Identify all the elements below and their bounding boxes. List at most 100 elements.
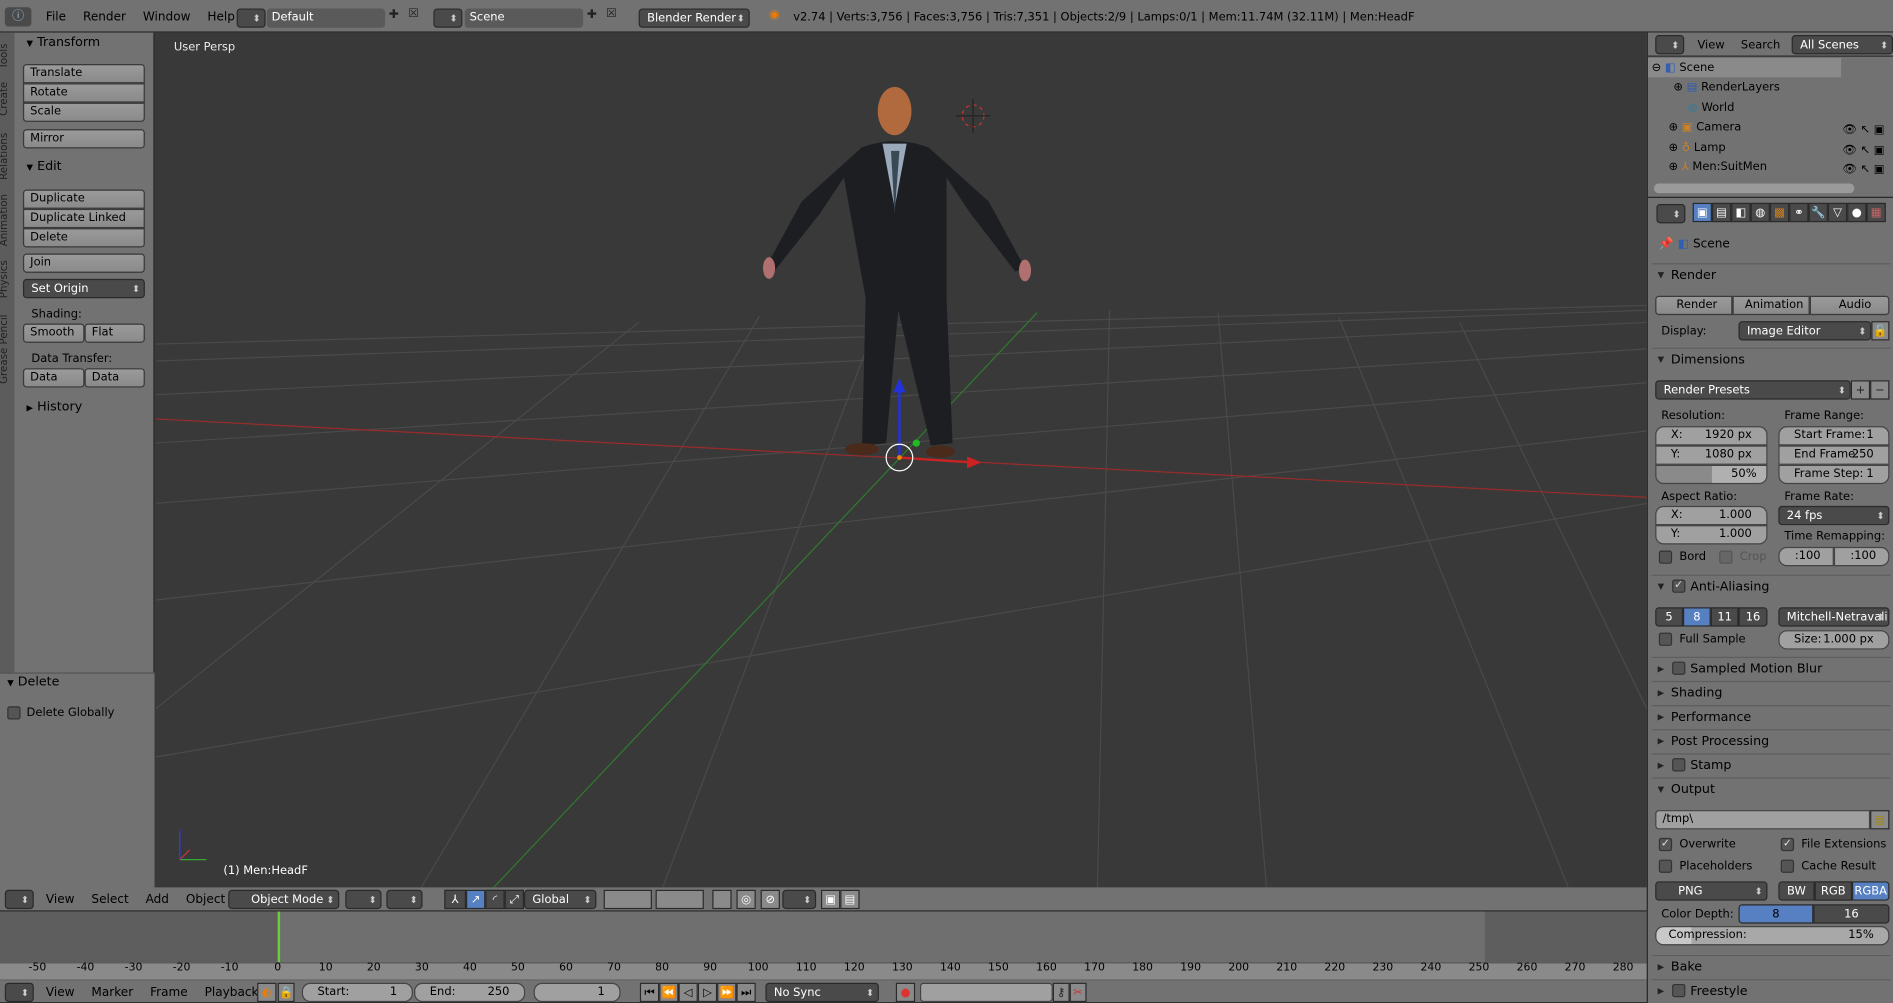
render-presets-dropdown[interactable]: Render Presets <box>1655 380 1851 400</box>
menu-playback[interactable]: Playback <box>205 986 259 999</box>
menu-view[interactable]: View <box>46 986 75 999</box>
transform-panel-header[interactable]: ▼ Transform <box>27 35 101 49</box>
layout-remove-icon[interactable]: ☒ <box>408 7 419 20</box>
lock-layer-icon[interactable] <box>712 889 732 910</box>
start-frame-field[interactable]: Start Frame: 1 <box>1778 426 1890 446</box>
overwrite-checkbox[interactable]: ✓ <box>1658 837 1673 852</box>
flat-button[interactable]: Flat <box>84 323 145 343</box>
keying-set-field[interactable] <box>919 982 1053 1003</box>
full-sample-checkbox[interactable] <box>1658 632 1673 646</box>
menu-view[interactable]: View <box>46 893 75 906</box>
aa-filter-dropdown[interactable]: Mitchell-Netravali <box>1778 607 1890 627</box>
outliner-menu-search[interactable]: Search <box>1741 39 1780 52</box>
render-panel-header[interactable]: Render <box>1651 263 1891 287</box>
render-audio-button[interactable]: Audio <box>1809 295 1890 316</box>
tab-physics[interactable]: Physics <box>0 256 13 302</box>
file-extensions-checkbox[interactable]: ✓ <box>1780 837 1795 852</box>
current-frame-field[interactable]: 1 <box>533 982 621 1003</box>
aa-samples-5[interactable]: 5 <box>1655 607 1683 627</box>
menu-marker[interactable]: Marker <box>91 986 133 999</box>
outliner-item-camera[interactable]: ⊕ ▣ Camera <box>1668 121 1741 134</box>
color-mode-bw[interactable]: BW <box>1778 881 1815 901</box>
auto-keying-record-button[interactable]: ● <box>895 982 916 1003</box>
pivot-dropdown[interactable] <box>386 889 423 910</box>
resolution-x-field[interactable]: X: 1920 px <box>1655 426 1768 446</box>
shading-panel-header[interactable]: Shading <box>1651 680 1891 705</box>
timeline[interactable] <box>0 911 1647 981</box>
set-origin-dropdown[interactable]: Set Origin <box>22 278 145 299</box>
file-browser-icon[interactable]: ▤ <box>1870 810 1890 830</box>
outliner-item-men-suitmen[interactable]: ⊕ ⅄ Men:SuitMen <box>1668 161 1766 174</box>
scene-tab-icon[interactable]: ◧ <box>1731 202 1751 223</box>
end-frame-field[interactable]: End: 250 <box>414 982 526 1003</box>
aa-filter-size-field[interactable]: Size: 1.000 px <box>1778 630 1890 650</box>
delete-button[interactable]: Delete <box>22 228 145 248</box>
current-frame-cursor[interactable] <box>277 911 281 963</box>
menu-add[interactable]: Add <box>146 893 169 906</box>
outliner-display-mode-dropdown[interactable]: All Scenes <box>1791 35 1893 55</box>
3d-viewport[interactable]: User Persp (1) Men:HeadF <box>155 32 1647 888</box>
aspect-y-field[interactable]: Y: 1.000 <box>1655 525 1768 545</box>
duplicate-button[interactable]: Duplicate <box>22 189 145 209</box>
menu-window[interactable]: Window <box>143 11 191 24</box>
properties-editor-type-button[interactable] <box>1656 204 1686 224</box>
display-dropdown[interactable]: Image Editor <box>1738 321 1872 341</box>
viewport-shading-dropdown[interactable] <box>345 889 382 910</box>
layers-grid-2[interactable] <box>655 889 704 910</box>
color-depth-16[interactable]: 16 <box>1813 904 1890 924</box>
aa-samples-16[interactable]: 16 <box>1738 607 1768 627</box>
crop-checkbox[interactable] <box>1719 550 1733 564</box>
color-mode-rgba[interactable]: RGBA <box>1851 881 1890 901</box>
layout-add-icon[interactable]: ✚ <box>389 8 399 21</box>
start-frame-field[interactable]: Start: 1 <box>301 982 413 1003</box>
manipulator-toggle[interactable]: ⅄ <box>444 889 467 910</box>
aspect-x-field[interactable]: X: 1.000 <box>1655 505 1768 526</box>
render-image-button[interactable]: Render <box>1655 295 1733 316</box>
post-processing-panel-header[interactable]: Post Processing <box>1651 729 1891 753</box>
layers-grid-1[interactable] <box>603 889 652 910</box>
sampled-motion-blur-panel-header[interactable]: Sampled Motion Blur <box>1651 656 1891 681</box>
color-mode-rgb[interactable]: RGB <box>1814 881 1852 901</box>
timeline-ruler[interactable] <box>0 962 1647 980</box>
render-preview-icon[interactable]: ▣ <box>820 889 841 910</box>
proportional-edit-icon[interactable]: ◎ <box>736 889 756 910</box>
play-reverse-button[interactable]: ◁ <box>678 982 698 1003</box>
menu-object[interactable]: Object <box>186 893 225 906</box>
aa-samples-8[interactable]: 8 <box>1682 607 1711 627</box>
lock-interface-icon[interactable]: 🔓 <box>1871 321 1890 341</box>
time-remap-old-field[interactable]: :100 <box>1778 546 1834 567</box>
output-panel-header[interactable]: Output <box>1651 777 1891 802</box>
edit-panel-header[interactable]: ▼ Edit <box>27 159 62 173</box>
tab-relations[interactable]: Relations <box>0 127 13 185</box>
compression-slider[interactable]: Compression: 15% <box>1655 925 1890 946</box>
scene-remove-icon[interactable]: ☒ <box>606 7 617 20</box>
texture-tab-icon[interactable]: ▦ <box>1866 202 1886 223</box>
timeline-editor-type-button[interactable] <box>4 982 34 1003</box>
3d-editor-type-button[interactable] <box>4 889 34 910</box>
snap-target-dropdown[interactable] <box>782 889 817 910</box>
material-tab-icon[interactable]: ● <box>1847 202 1867 223</box>
stamp-checkbox[interactable] <box>1672 758 1686 772</box>
outliner-scrollbar[interactable] <box>1654 183 1855 194</box>
sampled-motion-blur-checkbox[interactable] <box>1672 661 1686 675</box>
delete-operator-header[interactable]: ▼ Delete <box>7 675 59 689</box>
scene-selector[interactable] <box>433 8 463 28</box>
snap-icon[interactable]: ⊘ <box>760 889 780 910</box>
freestyle-panel-header[interactable]: Freestyle <box>1651 979 1891 1003</box>
layout-selector[interactable] <box>236 8 266 28</box>
file-format-dropdown[interactable]: PNG <box>1655 881 1768 901</box>
time-remap-new-field[interactable]: :100 <box>1833 546 1890 567</box>
mirror-button[interactable]: Mirror <box>22 129 145 149</box>
play-button[interactable]: ▷ <box>697 982 718 1003</box>
data-transfer-button[interactable]: Data <box>22 368 85 388</box>
transform-orientation-dropdown[interactable]: Global <box>523 889 597 910</box>
outliner-item-renderlayers[interactable]: ⊕ ▤ RenderLayers <box>1673 81 1780 94</box>
menu-frame[interactable]: Frame <box>150 986 188 999</box>
frame-rate-dropdown[interactable]: 24 fps <box>1778 505 1890 526</box>
world-tab-icon[interactable]: ◍ <box>1750 202 1770 223</box>
editor-type-button[interactable]: ⓘ <box>4 7 32 27</box>
delete-globally-checkbox[interactable] <box>7 706 21 720</box>
freestyle-checkbox[interactable] <box>1672 983 1686 998</box>
scene-add-icon[interactable]: ✚ <box>587 8 597 21</box>
jump-end-button[interactable]: ⏭ <box>736 982 756 1003</box>
